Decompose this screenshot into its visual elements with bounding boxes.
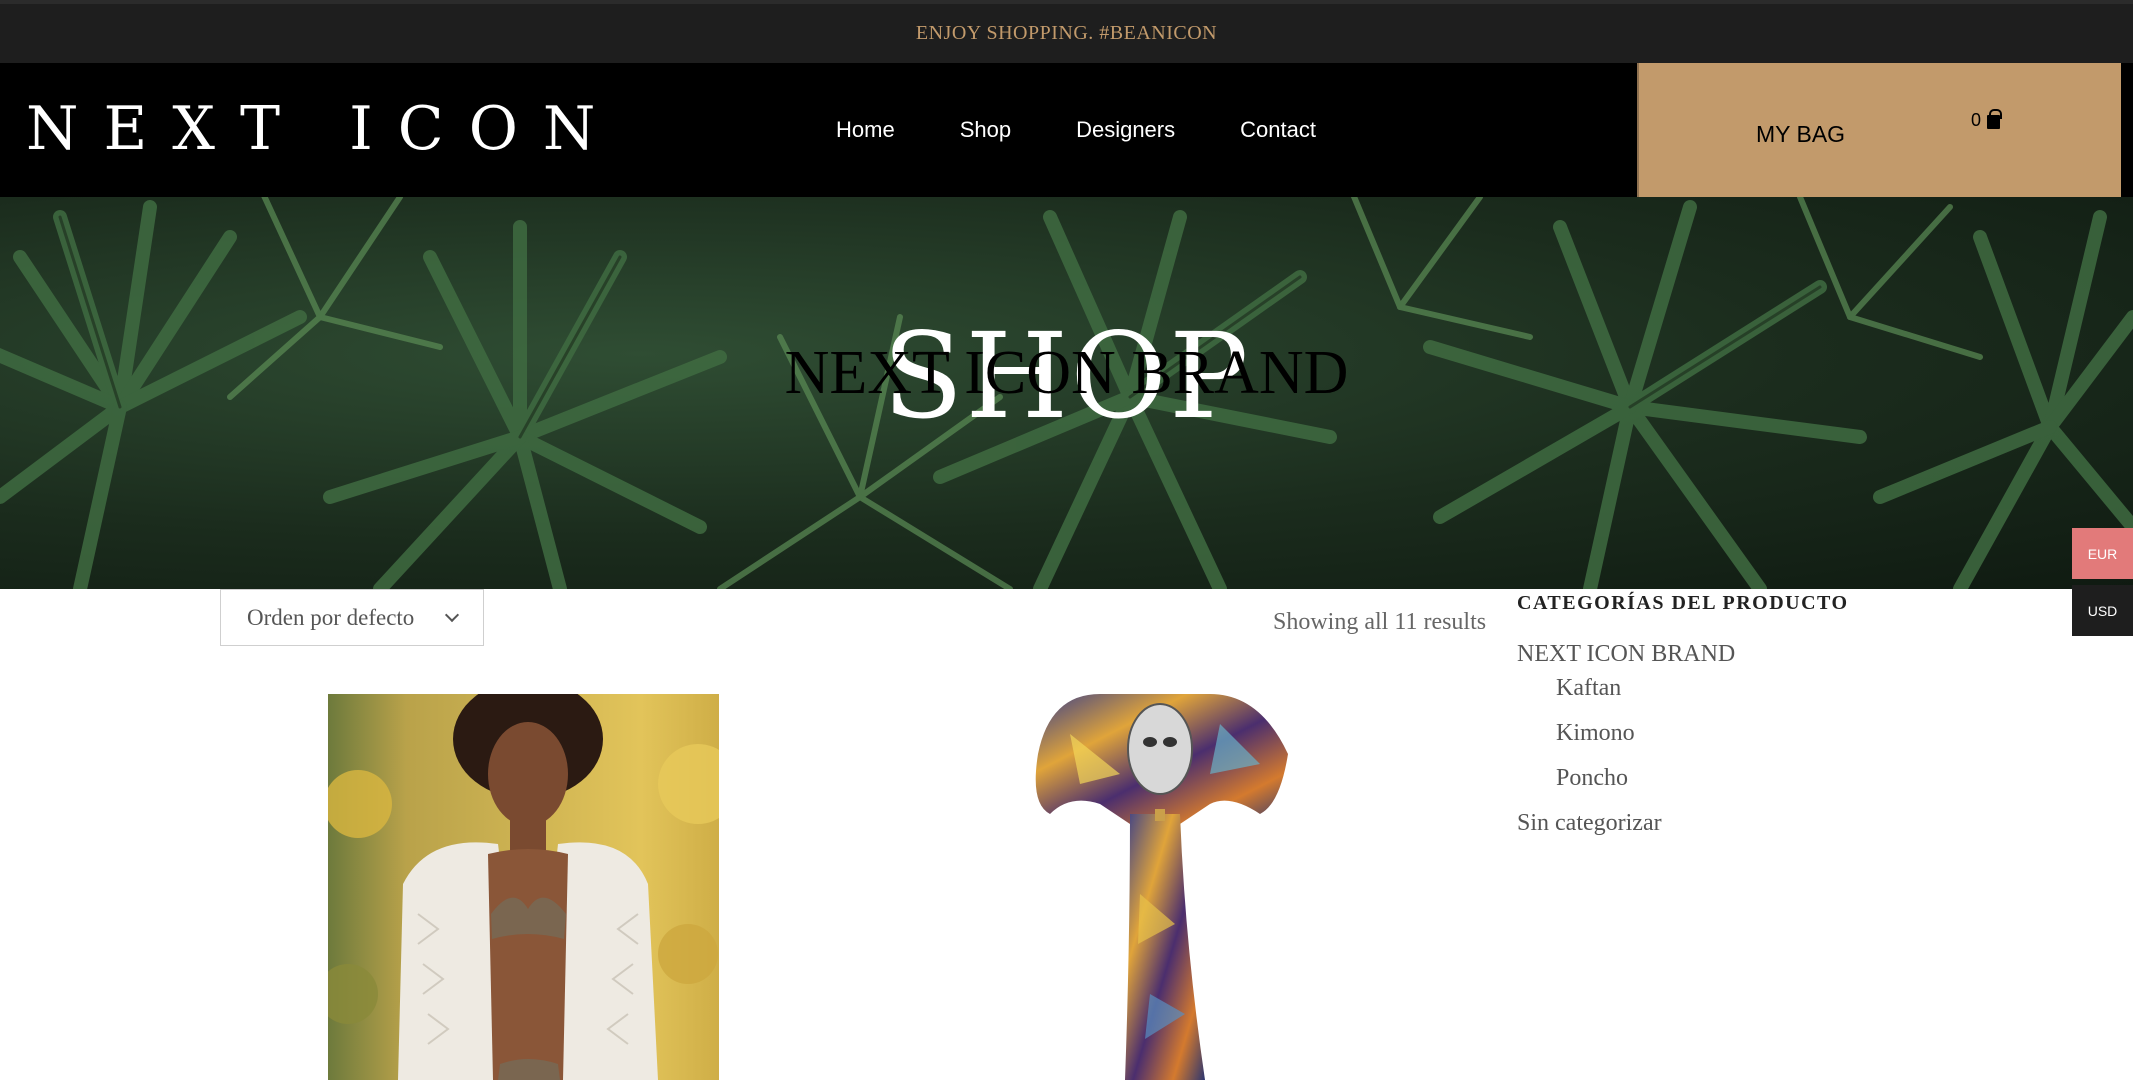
nav-contact[interactable]: Contact <box>1240 117 1316 143</box>
sort-select[interactable]: Orden por defecto <box>220 589 484 646</box>
cart-count-widget[interactable]: 0 <box>1971 108 2003 131</box>
category-next-icon-brand[interactable]: NEXT ICON BRAND <box>1517 637 1735 671</box>
currency-usd-button[interactable]: USD <box>2072 585 2133 636</box>
announcement-bar: ENJOY SHOPPING. #BEANICON <box>0 0 2133 63</box>
currency-eur-button[interactable]: EUR <box>2072 528 2133 579</box>
announcement-text: ENJOY SHOPPING. #BEANICON <box>915 22 1218 44</box>
category-kaftan[interactable]: Kaftan <box>1517 671 1735 716</box>
nav-shop[interactable]: Shop <box>960 117 1011 143</box>
categories-heading: CATEGORÍAS DEL PRODUCTO <box>1517 592 1849 614</box>
category-sin-categorizar[interactable]: Sin categorizar <box>1517 806 1735 840</box>
main-nav: Home Shop Designers Contact <box>836 63 1316 197</box>
category-kimono[interactable]: Kimono <box>1517 716 1735 761</box>
chevron-down-icon <box>444 607 460 623</box>
category-poncho[interactable]: Poncho <box>1517 761 1735 806</box>
hero-subtitle: NEXT ICON BRAND <box>784 339 1349 407</box>
site-logo[interactable]: NEXT ICON <box>26 99 620 159</box>
site-header: NEXT ICON Home Shop Designers Contact MY… <box>0 63 2133 197</box>
product-image-1[interactable] <box>328 694 719 1080</box>
printed-kaftan-photo <box>1035 694 1288 1080</box>
nav-home[interactable]: Home <box>836 117 895 143</box>
nav-designers[interactable]: Designers <box>1076 117 1175 143</box>
model-kimono-photo <box>328 694 719 1080</box>
cart-count: 0 <box>1971 110 1982 130</box>
my-bag-button[interactable]: MY BAG 0 <box>1637 63 2121 197</box>
my-bag-label: MY BAG <box>1756 121 1846 147</box>
shopping-bag-icon <box>1987 108 2003 129</box>
hero-banner: SHOP NEXT ICON BRAND <box>0 197 2133 589</box>
hero-title-area: SHOP NEXT ICON BRAND <box>0 197 2133 589</box>
product-image-2[interactable] <box>1010 694 1310 1080</box>
results-count: Showing all 11 results <box>1273 609 1487 635</box>
categories-list: NEXT ICON BRAND Kaftan Kimono Poncho Sin… <box>1517 637 1735 840</box>
sort-select-value: Orden por defecto <box>247 604 415 630</box>
